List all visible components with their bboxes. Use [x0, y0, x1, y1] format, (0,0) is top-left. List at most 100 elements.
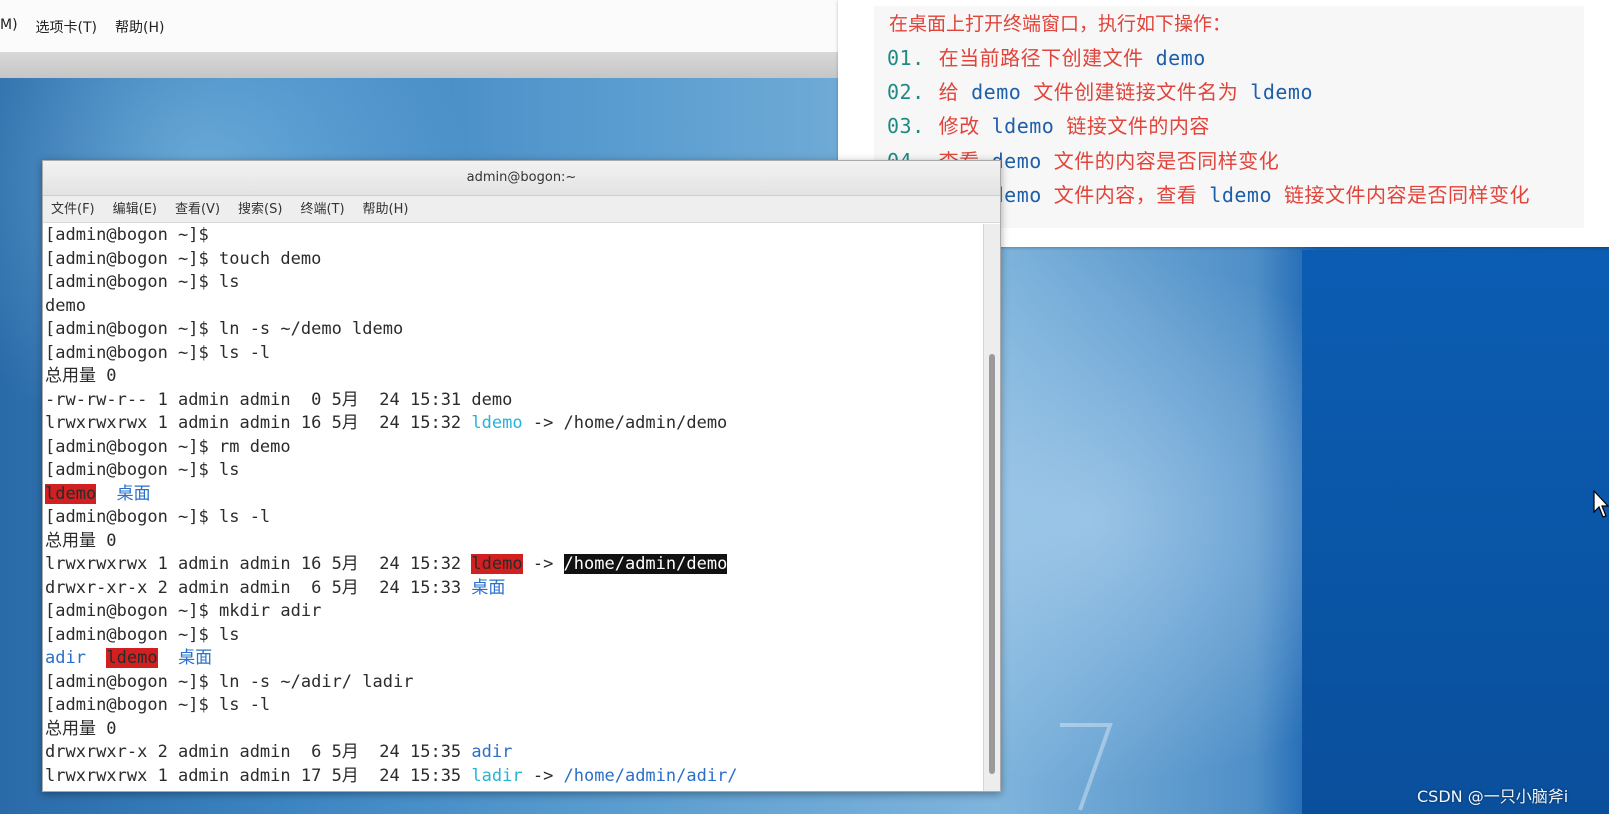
- step-text: 链接文件的内容: [1066, 114, 1210, 138]
- terminal-line: demo: [43, 295, 983, 319]
- step-text: 文件的内容是否同样变化: [1053, 149, 1280, 173]
- terminal-line: lrwxrwxrwx 1 admin admin 16 5月 24 15:32 …: [43, 553, 983, 577]
- terminal-text-segment: [admin@bogon ~]$ ls: [45, 272, 240, 292]
- terminal-output[interactable]: [admin@bogon ~]$ [admin@bogon ~]$ touch …: [43, 224, 983, 791]
- scrollbar-thumb[interactable]: [989, 354, 995, 774]
- windows-seven-logo: [1060, 723, 1113, 811]
- step-filename: demo: [971, 80, 1022, 104]
- terminal-text-segment: [admin@bogon ~]$ mkdir adir: [45, 601, 322, 621]
- desktop-blue-panel: [1302, 250, 1609, 814]
- terminal-line: [admin@bogon ~]$ touch demo: [43, 248, 983, 272]
- terminal-text-segment: adir: [471, 742, 513, 762]
- terminal-text-segment: 总用量 0: [45, 530, 117, 551]
- instruction-step: 02. 给 demo 文件创建链接文件名为 ldemo: [887, 76, 1325, 105]
- terminal-menu-item[interactable]: 查看(V): [175, 196, 220, 222]
- terminal-text-segment: ->: [522, 765, 564, 786]
- terminal-text-segment: [admin@bogon ~]$ ls: [45, 624, 240, 645]
- step-text: 给: [938, 80, 960, 104]
- mouse-cursor-icon: [1593, 490, 1609, 518]
- terminal-text-segment: ldemo: [471, 413, 523, 433]
- terminal-menu-item[interactable]: 文件(F): [51, 196, 95, 222]
- step-number: 01.: [887, 46, 925, 70]
- terminal-text-segment: ->: [522, 554, 564, 574]
- terminal-text-segment: [admin@bogon ~]$ ln -s ~/adir/ ladir: [45, 671, 414, 692]
- terminal-text-segment: drwxr-xr-x 2 admin admin 6 5月 24 15:33: [45, 577, 472, 598]
- step-filename: ldemo: [1250, 80, 1314, 104]
- terminal-line: [admin@bogon ~]$ rm demo: [43, 436, 983, 460]
- step-number: 03.: [887, 114, 925, 138]
- host-menu-item[interactable]: 选项卡(T): [36, 17, 97, 37]
- terminal-menu-item[interactable]: 终端(T): [300, 196, 344, 222]
- terminal-text-segment: [admin@bogon ~]$ ln -s ~/demo ldemo: [45, 319, 404, 339]
- terminal-line: 总用量 0: [43, 530, 983, 554]
- terminal-text-segment: 桌面: [178, 648, 213, 668]
- terminal-text-segment: /home/admin/adir/: [563, 765, 738, 786]
- terminal-line: 总用量 0: [43, 365, 983, 389]
- terminal-text-segment: [admin@bogon ~]$ ls -l: [45, 342, 271, 363]
- terminal-text-segment: 总用量 0: [45, 366, 117, 386]
- step-text: 文件创建链接文件名为: [1033, 80, 1239, 104]
- terminal-menubar: 文件(F) 编辑(E) 查看(V) 搜索(S) 终端(T) 帮助(H): [43, 196, 1000, 223]
- terminal-window[interactable]: admin@bogon:~ 文件(F) 编辑(E) 查看(V) 搜索(S) 终端(T) 帮…: [42, 160, 1001, 792]
- terminal-line: [admin@bogon ~]$ ls -l: [43, 506, 983, 530]
- terminal-line: [admin@bogon ~]$ mkdir adir: [43, 600, 983, 624]
- instruction-heading: 在桌面上打开终端窗口，执行如下操作：: [889, 13, 1232, 35]
- terminal-text-segment: -> /home/admin/demo: [522, 413, 728, 433]
- terminal-line: [admin@bogon ~]$ ls: [43, 624, 983, 648]
- terminal-line: [admin@bogon ~]$ ln -s ~/demo ldemo: [43, 318, 983, 342]
- terminal-text-segment: lrwxrwxrwx 1 admin admin 17 5月 24 15:35: [45, 765, 472, 786]
- terminal-text-segment: lrwxrwxrwx 1 admin admin 16 5月 24 15:32: [45, 554, 472, 574]
- terminal-text-segment: ldemo: [45, 483, 97, 504]
- step-number: 02.: [887, 80, 925, 104]
- terminal-text-segment: drwxrwxr-x 2 admin admin 6 5月 24 15:35: [45, 742, 472, 762]
- terminal-text-segment: /home/admin/demo: [563, 554, 728, 574]
- step-text: 链接文件内容是否同样变化: [1284, 183, 1531, 207]
- terminal-text-segment: [admin@bogon ~]$ ls -l: [45, 507, 271, 527]
- step-text: 修改: [938, 114, 980, 138]
- terminal-text-segment: 桌面: [471, 577, 506, 598]
- terminal-line: [admin@bogon ~]$ ls: [43, 459, 983, 483]
- host-menu-item[interactable]: 帮助(H): [115, 17, 164, 37]
- terminal-text-segment: 桌面: [116, 483, 151, 504]
- terminal-text-segment: ldemo: [106, 648, 158, 668]
- instruction-step: 01. 在当前路径下创建文件 demo: [887, 42, 1218, 71]
- terminal-text-segment: ladir: [471, 765, 523, 786]
- step-text: 在当前路径下创建文件: [938, 46, 1144, 70]
- terminal-text-segment: adir: [45, 648, 86, 668]
- terminal-text-segment: 总用量 0: [45, 718, 117, 739]
- terminal-menu-item[interactable]: 编辑(E): [113, 196, 157, 222]
- step-filename: ldemo: [991, 114, 1055, 138]
- terminal-text-segment: -rw-rw-r-- 1 admin admin 0 5月 24 15:31 d…: [45, 389, 513, 410]
- terminal-line: lrwxrwxrwx 1 admin admin 17 5月 24 15:35 …: [43, 765, 983, 789]
- terminal-menu-item[interactable]: 搜索(S): [238, 196, 282, 222]
- terminal-line: [admin@bogon ~]$: [43, 224, 983, 248]
- terminal-line: 总用量 0: [43, 718, 983, 742]
- terminal-text-segment: demo: [45, 295, 86, 316]
- terminal-text-segment: [admin@bogon ~]$ touch demo: [45, 248, 322, 269]
- terminal-line: [admin@bogon ~]$ ls -l: [43, 342, 983, 366]
- host-menu-item[interactable]: M): [0, 17, 18, 37]
- terminal-titlebar[interactable]: admin@bogon:~: [43, 161, 1000, 196]
- step-filename: ldemo: [1209, 183, 1273, 207]
- terminal-line: -rw-rw-r-- 1 admin admin 0 5月 24 15:31 d…: [43, 389, 983, 413]
- terminal-scrollbar[interactable]: [983, 224, 1000, 791]
- terminal-text-segment: ldemo: [471, 554, 523, 574]
- step-filename: demo: [1155, 46, 1206, 70]
- terminal-line: [admin@bogon ~]$ ls: [43, 271, 983, 295]
- terminal-text-segment: [admin@bogon ~]$ ls -l: [45, 695, 271, 715]
- terminal-line: [admin@bogon ~]$ ln -s ~/adir/ ladir: [43, 671, 983, 695]
- terminal-line: drwxrwxr-x 2 admin admin 6 5月 24 15:35 a…: [43, 741, 983, 765]
- terminal-line: adir ldemo 桌面: [43, 647, 983, 671]
- terminal-line: ldemo 桌面: [43, 483, 983, 507]
- terminal-line: lrwxrwxrwx 1 admin admin 16 5月 24 15:32 …: [43, 412, 983, 436]
- terminal-text-segment: [admin@bogon ~]$ rm demo: [45, 436, 291, 457]
- step-text: 文件内容，查看: [1053, 183, 1198, 207]
- terminal-text-segment: [admin@bogon ~]$: [45, 225, 219, 245]
- terminal-line: drwxr-xr-x 2 admin admin 6 5月 24 15:33 桌…: [43, 577, 983, 601]
- terminal-line: [admin@bogon ~]$ ls -l: [43, 694, 983, 718]
- terminal-menu-item[interactable]: 帮助(H): [363, 196, 409, 222]
- terminal-text-segment: [admin@bogon ~]$ ls: [45, 460, 240, 480]
- watermark: CSDN @一只小脑斧i: [1417, 787, 1569, 806]
